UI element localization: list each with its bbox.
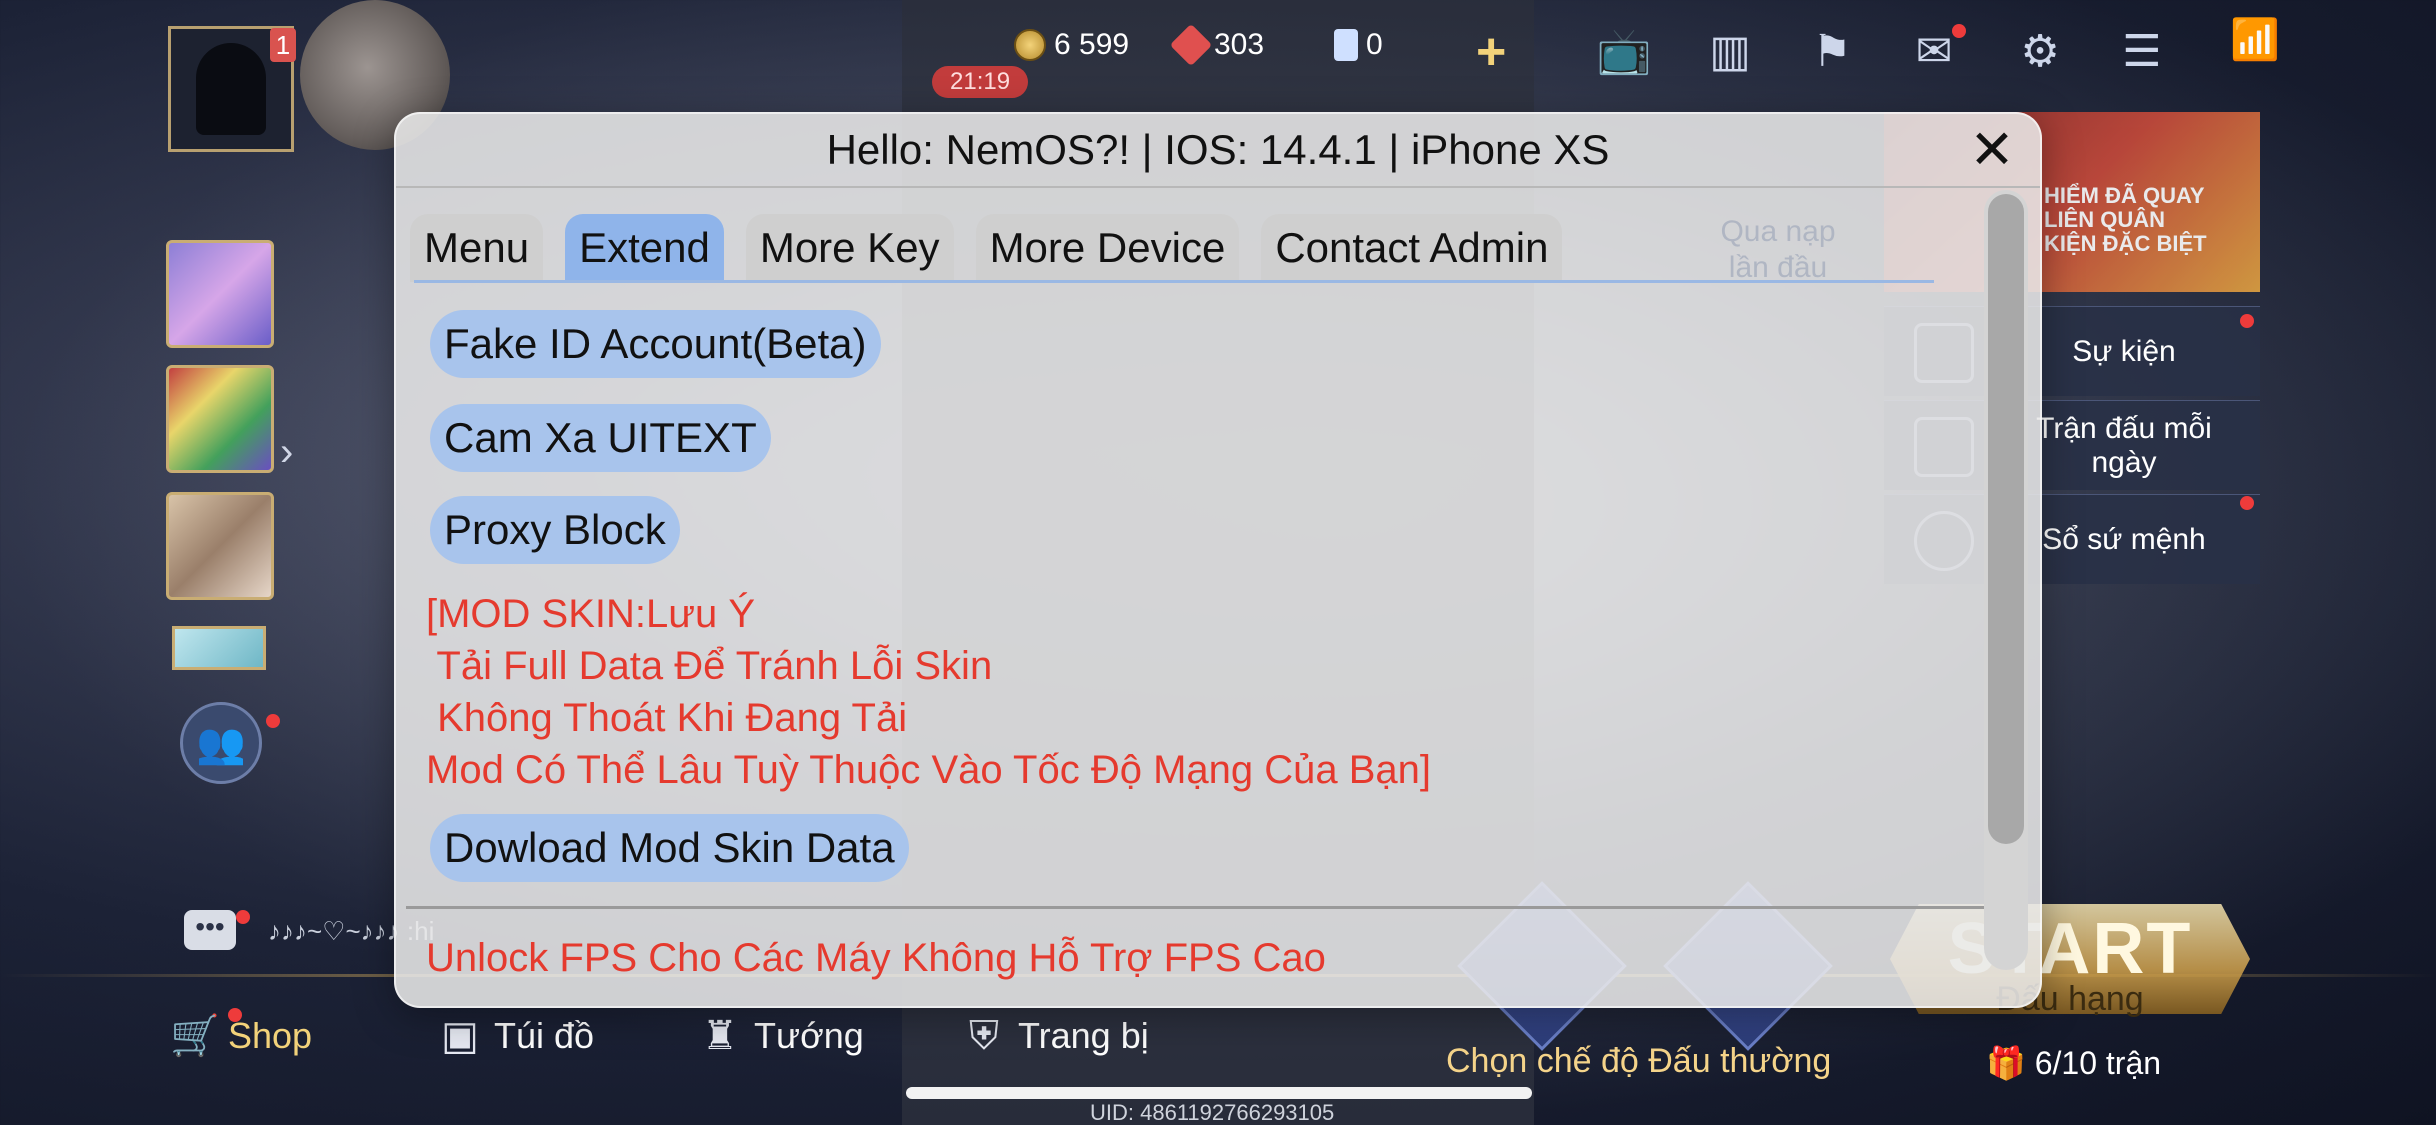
tab-more-device[interactable]: More Device	[975, 214, 1240, 282]
nav-heroes-label: Tướng	[754, 1015, 864, 1056]
download-mod-skin-button[interactable]: Dowload Mod Skin Data	[430, 814, 909, 882]
tv-icon[interactable]: 📺	[1596, 24, 1652, 80]
nav-bag[interactable]: ▣ Túi đồ	[436, 1012, 594, 1060]
flag-icon[interactable]: ⚑	[1804, 24, 1860, 80]
tab-more-key[interactable]: More Key	[745, 214, 954, 282]
group-button[interactable]: 👥	[180, 702, 262, 784]
coin-icon	[1014, 29, 1046, 61]
home-indicator[interactable]	[906, 1087, 1532, 1099]
nav-shop[interactable]: 🛒 Shop	[170, 1012, 312, 1060]
match-counter: 🎁 6/10 trận	[1986, 1045, 2162, 1081]
coin-value: 6 599	[1054, 28, 1130, 61]
background-first-topup: Qua nạp lần đầu	[1720, 215, 1836, 284]
tab-bar: Menu Extend More Key More Device Contact…	[410, 214, 1563, 282]
tab-contact-admin[interactable]: Contact Admin	[1261, 214, 1563, 282]
people-icon: 👥	[196, 721, 246, 766]
voucher-value: 0	[1366, 28, 1383, 61]
voucher-counter: 0	[1334, 28, 1383, 62]
tab-menu[interactable]: Menu	[410, 214, 544, 282]
unlock-fps-option[interactable]: Unlock FPS Cho Các Máy Không Hỗ Trợ FPS …	[426, 932, 1326, 984]
nav-equipment-label: Trang bị	[1018, 1015, 1149, 1056]
nav-shop-label: Shop	[228, 1015, 313, 1056]
cart-icon: 🛒	[170, 1014, 220, 1058]
gem-value: 303	[1214, 28, 1265, 61]
red-dot-indicator	[2240, 314, 2254, 328]
ranking-chart-icon[interactable]: ▥	[1702, 24, 1758, 80]
silhouette-icon	[196, 43, 266, 135]
tab-underline	[414, 280, 1934, 283]
add-currency-button[interactable]: +	[1476, 22, 1506, 82]
friend-avatar-4[interactable]	[172, 626, 266, 670]
nav-bag-label: Túi đồ	[494, 1015, 595, 1056]
menu-list-icon[interactable]: ☰	[2114, 24, 2170, 80]
red-dot-indicator	[266, 714, 280, 728]
event-banner-text: HIỂM ĐÃ QUAY LIÊN QUÂN KIỆN ĐẶC BIỆT	[2044, 183, 2207, 256]
wifi-icon: 📶	[2230, 18, 2280, 62]
gem-counter: 303	[1169, 23, 1265, 67]
mod-skin-note-line2: Tải Full Data Để Tránh Lỗi Skin	[426, 644, 993, 688]
divider	[396, 186, 2040, 188]
bag-icon: ▣	[441, 1014, 479, 1058]
gem-icon	[1169, 23, 1213, 67]
chevron-right-icon[interactable]: ›	[280, 430, 293, 475]
chat-icon[interactable]: •••	[184, 910, 236, 950]
mod-skin-note-line3: Không Thoát Khi Đang Tải	[426, 696, 908, 740]
mod-menu-panel: Hello: NemOS?! | IOS: 14.4.1 | iPhone XS…	[394, 112, 2042, 1008]
status-clock: 21:19	[932, 66, 1029, 98]
red-dot-indicator	[236, 910, 250, 924]
red-dot-indicator	[228, 1008, 242, 1022]
voucher-icon	[1334, 29, 1358, 61]
helmet-icon: ♜	[702, 1014, 738, 1058]
mod-skin-note-line1: [MOD SKIN:Lưu Ý	[426, 592, 756, 636]
mode-select-label[interactable]: Chọn chế độ Đấu thường	[1446, 1042, 1831, 1081]
uid-text: UID: 4861192766293105	[1090, 1100, 1335, 1125]
friend-avatar-3[interactable]	[166, 492, 274, 600]
red-dot-indicator	[1952, 24, 1966, 38]
panel-title: Hello: NemOS?! | IOS: 14.4.1 | iPhone XS	[826, 126, 1610, 173]
proxy-block-button[interactable]: Proxy Block	[430, 496, 680, 564]
friend-avatar-1[interactable]	[166, 240, 274, 348]
mod-skin-note-line4: Mod Có Thể Lâu Tuỳ Thuộc Vào Tốc Độ Mạng…	[426, 748, 1432, 792]
tab-extend[interactable]: Extend	[565, 214, 724, 282]
gear-icon[interactable]: ⚙	[2012, 24, 2068, 80]
friend-avatar-2[interactable]	[166, 365, 274, 473]
red-dot-indicator	[2240, 496, 2254, 510]
scrollbar-thumb[interactable]	[1988, 194, 2024, 844]
coin-counter: 6 599	[1014, 28, 1129, 62]
nav-heroes[interactable]: ♜ Tướng	[696, 1012, 864, 1060]
notification-badge: 1	[270, 28, 296, 62]
cam-xa-button[interactable]: Cam Xa UITEXT	[430, 404, 771, 472]
close-icon[interactable]: ✕	[1964, 122, 2020, 178]
nav-equipment[interactable]: ⛨ Trang bị	[960, 1012, 1149, 1060]
match-count: 6/10 trận	[2034, 1045, 2162, 1081]
divider	[406, 906, 2006, 909]
shield-icon: ⛨	[969, 1014, 999, 1058]
fake-id-account-button[interactable]: Fake ID Account(Beta)	[430, 310, 881, 378]
